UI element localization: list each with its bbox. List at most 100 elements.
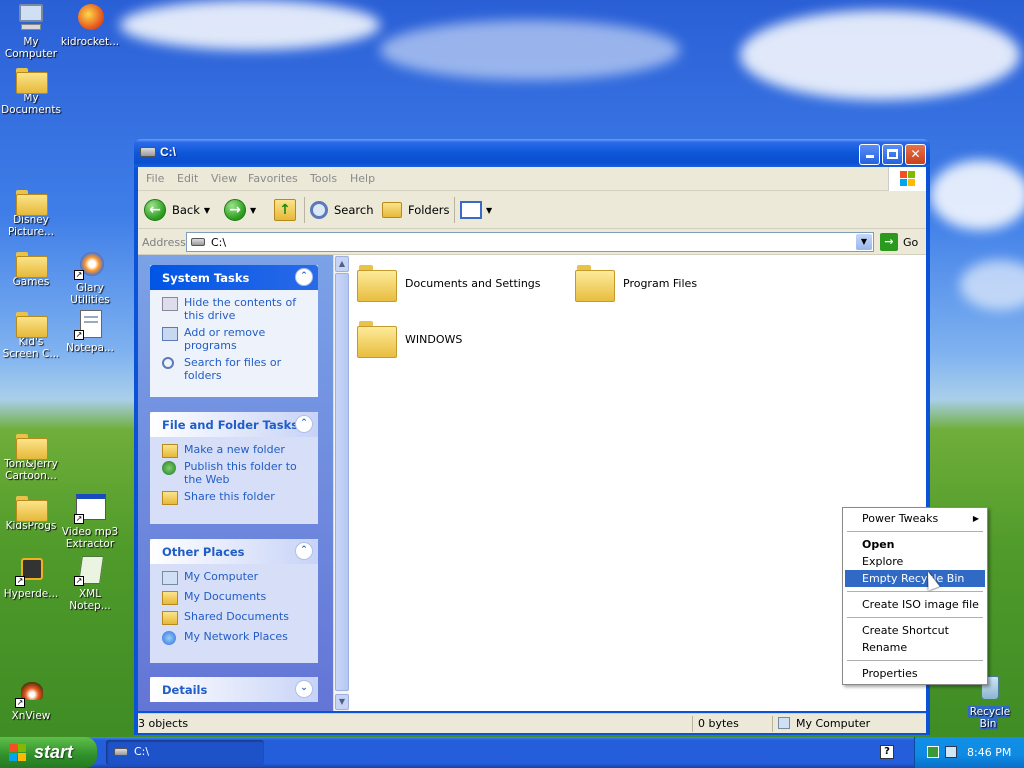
submenu-arrow-icon: ▶ — [972, 514, 979, 523]
folder-item[interactable]: Program Files — [575, 265, 698, 302]
menu-help[interactable]: Help — [350, 172, 375, 185]
panel-body: Make a new folder Publish this folder to… — [150, 437, 318, 524]
task-make-new-folder[interactable]: Make a new folder — [162, 443, 312, 458]
file-folder-tasks-header[interactable]: File and Folder Tasks ⌃ — [150, 412, 318, 437]
menu-item-empty-recycle-bin[interactable]: Empty Recycle Bin — [845, 570, 985, 587]
desktop-icon-glary-utilities[interactable]: ↗ Glary Utilities — [59, 248, 121, 306]
desktop-icon-notepad[interactable]: ↗ Notepa... — [59, 308, 121, 354]
drive-icon — [114, 748, 128, 756]
start-button[interactable]: start — [0, 737, 97, 768]
menu-file[interactable]: File — [146, 172, 164, 185]
panel-body: Hide the contents of this drive Add or r… — [150, 290, 318, 397]
task-pane-scrollbar[interactable]: ▲ ▼ — [333, 255, 349, 711]
scroll-up-icon[interactable]: ▲ — [335, 256, 349, 272]
desktop-icon-kidrocket[interactable]: kidrocket... — [59, 2, 121, 48]
address-dropdown-button[interactable]: ▼ — [856, 234, 872, 250]
up-button[interactable]: ↑ — [274, 197, 296, 223]
globe-icon — [162, 461, 176, 475]
address-input[interactable]: C:\ ▼ — [186, 232, 874, 252]
taskbar-button-explorer[interactable]: C:\ — [106, 740, 264, 765]
desktop-icon-label: Glary Utilities — [70, 282, 110, 306]
windows-logo-icon — [9, 744, 27, 762]
status-bar: 3 objects 0 bytes My Computer — [138, 713, 926, 733]
minimize-button[interactable] — [859, 144, 880, 165]
maximize-button[interactable] — [882, 144, 903, 165]
task-share-folder[interactable]: Share this folder — [162, 490, 312, 505]
folder-name: WINDOWS — [405, 332, 463, 346]
menu-tools[interactable]: Tools — [310, 172, 337, 185]
shared-documents-icon — [162, 611, 178, 625]
my-computer-icon — [162, 571, 178, 585]
desktop-icon-label: XML Notep... — [69, 588, 111, 612]
go-arrow-icon: → — [880, 233, 898, 251]
chevron-down-icon: ▼ — [250, 205, 257, 215]
menu-edit[interactable]: Edit — [177, 172, 198, 185]
network-icon[interactable] — [927, 746, 939, 758]
place-shared-documents[interactable]: Shared Documents — [162, 610, 312, 625]
details-header[interactable]: Details ⌄ — [150, 677, 318, 702]
place-my-network-places[interactable]: My Network Places — [162, 630, 312, 645]
desktop-icon-my-computer[interactable]: My Computer — [0, 2, 62, 60]
desktop-icon-xml-notepad[interactable]: ↗ XML Notep... — [59, 554, 121, 612]
expand-icon[interactable]: ⌄ — [295, 680, 313, 698]
search-button[interactable]: Search — [310, 197, 374, 223]
other-places-panel: Other Places ⌃ My Computer My Documents … — [150, 539, 318, 663]
forward-arrow-icon: → — [224, 199, 246, 221]
desktop-icon-kidsprogs[interactable]: KidsProgs — [0, 492, 62, 532]
folder-icon — [16, 496, 48, 522]
close-button[interactable]: ✕ — [905, 144, 926, 165]
task-label: Share this folder — [184, 490, 275, 503]
folder-name: Program Files — [623, 276, 698, 290]
task-add-remove-programs[interactable]: Add or remove programs — [162, 326, 312, 352]
menu-item-properties[interactable]: Properties — [845, 665, 985, 682]
task-search-files[interactable]: Search for files or folders — [162, 356, 312, 382]
hide-contents-icon — [162, 297, 178, 311]
menu-item-open[interactable]: Open — [845, 536, 985, 553]
menu-favorites[interactable]: Favorites — [248, 172, 298, 185]
collapse-icon[interactable]: ⌃ — [295, 268, 313, 286]
place-my-documents[interactable]: My Documents — [162, 590, 312, 605]
clock[interactable]: 8:46 PM — [967, 746, 1011, 759]
task-publish-to-web[interactable]: Publish this folder to the Web — [162, 460, 312, 486]
folder-item[interactable]: Documents and Settings — [357, 265, 541, 302]
task-hide-drive-contents[interactable]: Hide the contents of this drive — [162, 296, 312, 322]
shortcut-arrow-icon: ↗ — [74, 330, 84, 340]
task-label: Make a new folder — [184, 443, 285, 456]
scroll-thumb[interactable] — [335, 273, 349, 691]
desktop-icon-disney-pictures[interactable]: Disney Picture... — [0, 186, 62, 238]
forward-button[interactable]: → ▼ — [224, 197, 256, 223]
chevron-down-icon: ▼ — [203, 205, 211, 215]
back-arrow-icon: ← — [144, 199, 166, 221]
menu-separator — [847, 531, 983, 532]
views-button[interactable]: ▼ — [460, 197, 492, 223]
folders-button[interactable]: Folders — [382, 197, 450, 223]
security-icon[interactable] — [945, 746, 957, 758]
shortcut-arrow-icon: ↗ — [74, 576, 84, 586]
back-button[interactable]: ← Back ▼ — [144, 197, 210, 223]
help-icon[interactable]: ? — [880, 745, 894, 759]
desktop-icon-video-mp3-extractor[interactable]: ↗ Video mp3 Extractor — [59, 492, 121, 550]
menu-item-create-iso[interactable]: Create ISO image file — [845, 596, 985, 613]
title-bar[interactable]: C:\ ✕ — [134, 139, 930, 167]
collapse-icon[interactable]: ⌃ — [295, 542, 313, 560]
menu-item-explore[interactable]: Explore — [845, 553, 985, 570]
place-label: My Computer — [184, 570, 259, 583]
drive-icon — [140, 147, 156, 157]
menu-view[interactable]: View — [211, 172, 237, 185]
collapse-icon[interactable]: ⌃ — [295, 415, 313, 433]
scroll-down-icon[interactable]: ▼ — [335, 694, 349, 710]
desktop-icon-my-documents[interactable]: My Documents — [0, 64, 62, 116]
system-tasks-header[interactable]: System Tasks ⌃ — [150, 265, 318, 290]
other-places-header[interactable]: Other Places ⌃ — [150, 539, 318, 564]
desktop-icon-tom-jerry[interactable]: Tom&Jerry Cartoon... — [0, 430, 62, 482]
go-button[interactable]: → Go — [880, 233, 918, 251]
menu-item-power-tweaks[interactable]: Power Tweaks ▶ — [845, 510, 985, 527]
desktop-icon-xnview[interactable]: ↗ XnView — [0, 676, 62, 722]
menu-item-create-shortcut[interactable]: Create Shortcut — [845, 622, 985, 639]
menu-item-rename[interactable]: Rename — [845, 639, 985, 656]
desktop-icon-kids-screen[interactable]: Kid's Screen C... — [0, 308, 62, 360]
desktop-icon-hyperdesk[interactable]: ↗ Hyperde... — [0, 554, 62, 600]
place-my-computer[interactable]: My Computer — [162, 570, 312, 585]
folder-item[interactable]: WINDOWS — [357, 321, 463, 358]
desktop-icon-games[interactable]: Games — [0, 248, 62, 288]
